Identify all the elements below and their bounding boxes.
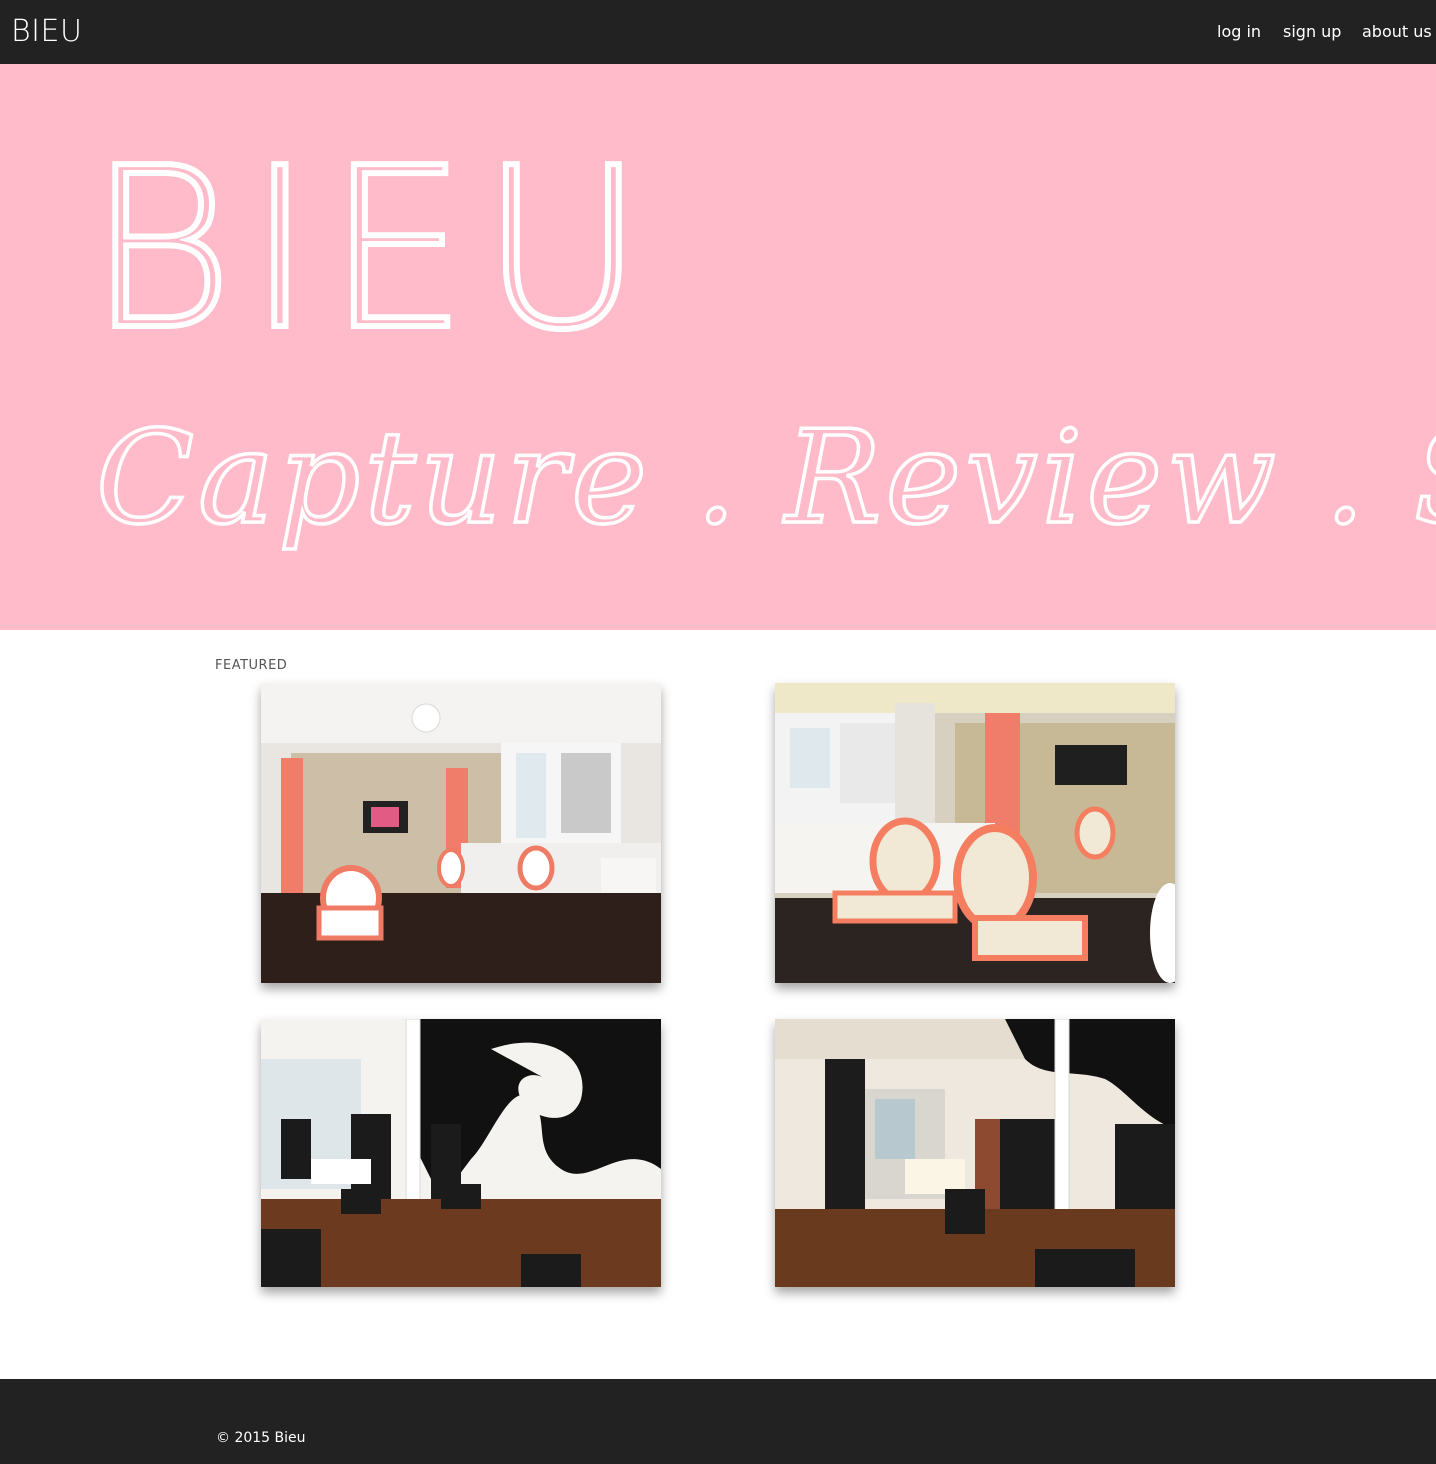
copyright-text: © 2015 Bieu <box>216 1430 306 1446</box>
salon-photo-image <box>775 683 1175 983</box>
hero-banner: BIEU Capture . Review . Share . <box>0 64 1436 630</box>
featured-photo-1[interactable] <box>261 683 661 983</box>
login-link[interactable]: log in <box>1217 22 1261 42</box>
hero-title: BIEU <box>88 121 658 379</box>
page-footer: © 2015 Bieu <box>0 1379 1436 1464</box>
top-navbar: BIEU log in sign up about us <box>0 0 1436 64</box>
featured-photo-2[interactable] <box>775 683 1175 983</box>
signup-link[interactable]: sign up <box>1283 22 1341 42</box>
hero-tagline: Capture . Review . Share . <box>96 404 1436 553</box>
salon-photo-image <box>775 1019 1175 1287</box>
featured-label: FEATURED <box>215 658 288 673</box>
featured-photo-4[interactable] <box>775 1019 1175 1287</box>
brand-logo-link[interactable]: BIEU <box>11 14 82 50</box>
featured-photo-3[interactable] <box>261 1019 661 1287</box>
salon-photo-image <box>261 1019 661 1287</box>
salon-photo-image <box>261 683 661 983</box>
hero-art: BIEU Capture . Review . Share . <box>85 118 1436 555</box>
about-us-link[interactable]: about us <box>1362 22 1432 42</box>
